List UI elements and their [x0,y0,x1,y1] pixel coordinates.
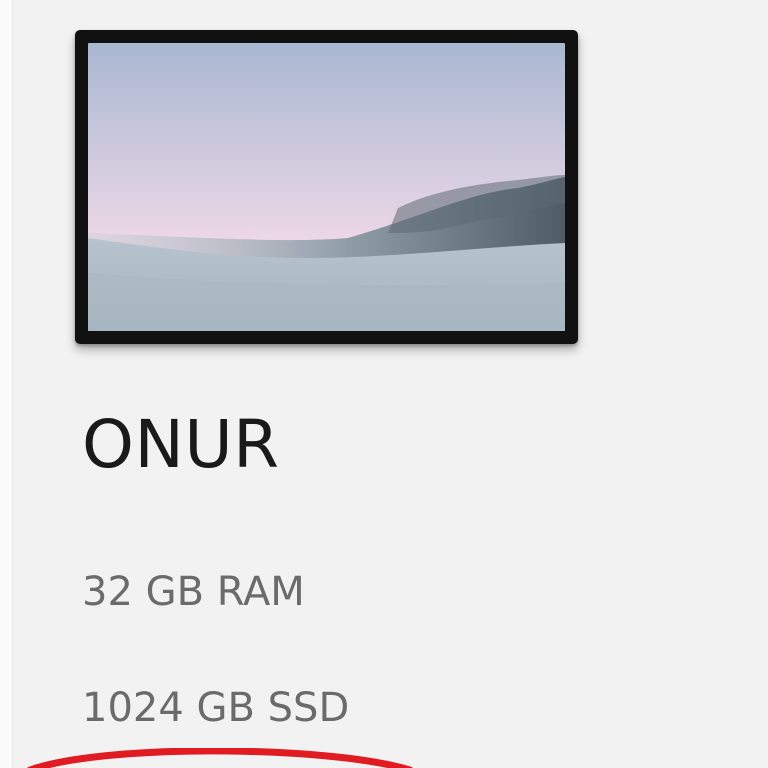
red-annotation-circle [27,748,413,768]
device-name: ONUR [82,406,280,483]
device-image [75,30,578,344]
storage-spec: 1024 GB SSD [82,685,350,731]
device-wallpaper [88,43,565,331]
device-card-panel: ONUR 32 GB RAM 1024 GB SSD [0,0,768,768]
ram-spec: 32 GB RAM [82,569,305,615]
landscape-wallpaper-graphic [88,43,565,331]
left-divider [0,0,13,768]
